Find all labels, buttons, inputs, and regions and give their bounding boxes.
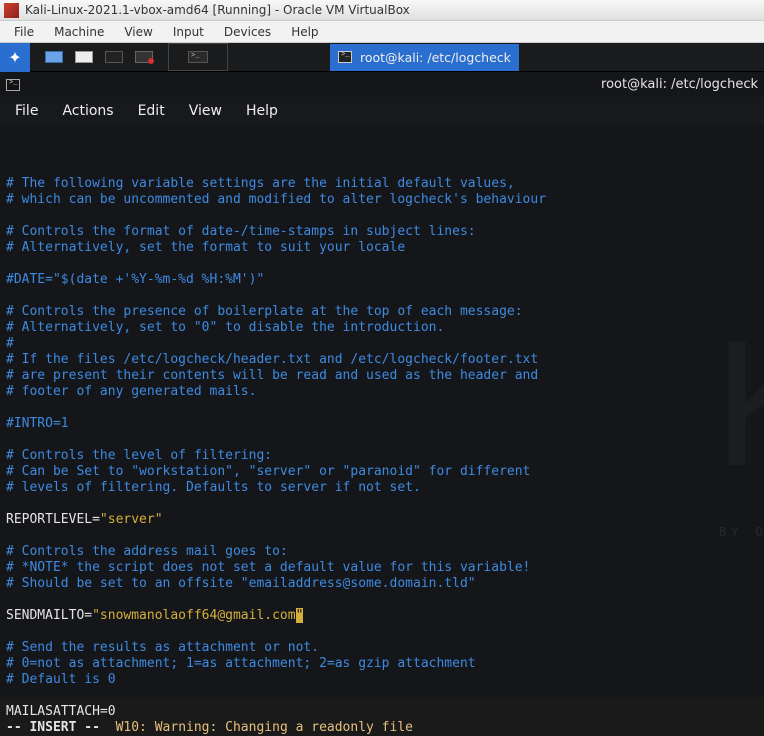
editor-line: # Controls the level of filtering: [6,448,758,464]
browser-icon[interactable] [70,46,98,68]
editor-line: # If the files /etc/logcheck/header.txt … [6,352,758,368]
text-cursor: " [296,608,304,623]
kali-menu-button[interactable]: ✦ [0,43,30,72]
terminal-title: root@kali: /etc/logcheck [601,77,758,92]
editor-line [6,208,758,224]
taskbar-window-label: root@kali: /etc/logcheck [360,50,511,65]
vbox-menubar: File Machine View Input Devices Help [0,21,764,43]
editor-line: # *NOTE* the script does not set a defau… [6,560,758,576]
editor-line: # 0=not as attachment; 1=as attachment; … [6,656,758,672]
vbox-titlebar: Kali-Linux-2021.1-vbox-amd64 [Running] -… [0,0,764,21]
editor-line: REPORTLEVEL="server" [6,512,758,528]
editor-line [6,256,758,272]
vbox-menu-view[interactable]: View [114,23,162,41]
editor-line: # Should be set to an offsite "emailaddr… [6,576,758,592]
editor-line [6,400,758,416]
vbox-menu-file[interactable]: File [4,23,44,41]
vbox-menu-help[interactable]: Help [281,23,328,41]
terminal-window-icon [338,51,352,63]
editor-line: #INTRO=1 [6,416,758,432]
vbox-menu-devices[interactable]: Devices [214,23,281,41]
editor-icon[interactable] [130,46,158,68]
terminal-launcher-icon[interactable] [100,46,128,68]
terminal-menu-file[interactable]: File [3,100,50,122]
editor-line: #DATE="$(date +'%Y-%m-%d %H:%M')" [6,272,758,288]
editor-line: SENDMAILTO="snowmanolaoff64@gmail.com" [6,608,758,624]
kali-panel: ✦ root@kali: /etc/logcheck [0,43,764,72]
terminal-menu-view[interactable]: View [177,100,234,122]
terminal-menu-edit[interactable]: Edit [126,100,177,122]
editor-line [6,496,758,512]
editor-line [6,592,758,608]
editor-line: # which can be uncommented and modified … [6,192,758,208]
terminal-menubar: File Actions Edit View Help [0,97,764,124]
editor-line: # Controls the format of date-/time-stam… [6,224,758,240]
terminal-menu-help[interactable]: Help [234,100,290,122]
virtualbox-icon [4,3,19,18]
editor-line [6,432,758,448]
editor-line: MAILASATTACH=0 [6,704,758,720]
editor-line: # Alternatively, set the format to suit … [6,240,758,256]
vbox-menu-input[interactable]: Input [163,23,214,41]
terminal-titlebar: root@kali: /etc/logcheck [0,72,764,97]
panel-launcher-icons [40,46,158,68]
editor-line [6,528,758,544]
editor-line: # Default is 0 [6,672,758,688]
editor-line: # [6,336,758,352]
editor-line: # Controls the presence of boilerplate a… [6,304,758,320]
editor-line: # The following variable settings are th… [6,176,758,192]
taskbar-window-terminal[interactable]: root@kali: /etc/logcheck [330,44,519,71]
editor-line [6,288,758,304]
vbox-title: Kali-Linux-2021.1-vbox-amd64 [Running] -… [25,3,410,17]
editor-line: # footer of any generated mails. [6,384,758,400]
editor-line [6,624,758,640]
file-manager-icon[interactable] [40,46,68,68]
vbox-menu-machine[interactable]: Machine [44,23,114,41]
editor-line: # Controls the address mail goes to: [6,544,758,560]
terminal-app-icon [6,79,20,91]
editor-line: # Can be Set to "workstation", "server" … [6,464,758,480]
editor-line: # are present their contents will be rea… [6,368,758,384]
editor-line [6,688,758,704]
terminal-menu-actions[interactable]: Actions [50,100,125,122]
vim-status-line: -- INSERT -- W10: Warning: Changing a re… [6,720,758,736]
terminal-body[interactable]: K BY OF # The following variable setting… [0,124,764,697]
editor-line: # Send the results as attachment or not. [6,640,758,656]
kali-dragon-icon: ✦ [8,48,21,67]
taskbar-workspace[interactable] [168,43,228,71]
editor-line: # levels of filtering. Defaults to serve… [6,480,758,496]
editor-line: # Alternatively, set to "0" to disable t… [6,320,758,336]
